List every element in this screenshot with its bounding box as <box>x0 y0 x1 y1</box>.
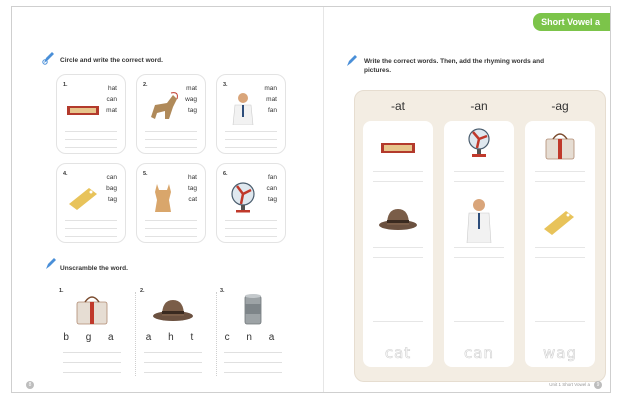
word-option[interactable]: fan <box>267 172 277 183</box>
rhyme-column: cat <box>363 121 433 367</box>
word-card: 1. hat can mat <box>56 74 126 154</box>
fan-icon <box>231 182 255 213</box>
unscramble-item: 1. b g a <box>59 286 125 378</box>
mat-icon <box>381 143 415 153</box>
word-option[interactable]: fan <box>264 105 277 116</box>
word-option[interactable]: tag <box>185 105 197 116</box>
word-card: 6. fan can tag <box>216 163 286 243</box>
trace-word: wag <box>543 344 577 363</box>
rhyme-column: wag <box>525 121 595 367</box>
word-card: 3. man mat fan <box>216 74 286 154</box>
scrambled-letters: b g a <box>63 332 121 343</box>
man-icon <box>466 199 492 243</box>
fan-icon <box>468 128 490 157</box>
page-number-left: 8 <box>26 381 34 389</box>
bag-icon <box>545 133 575 160</box>
trace-word: cat <box>384 344 412 363</box>
word-card: 2. mat wag tag <box>136 74 206 154</box>
section1-instruction: Circle and write the correct word. <box>60 57 163 64</box>
cat-icon <box>155 184 171 212</box>
hat-icon <box>379 209 417 230</box>
column-heading: -at <box>390 99 405 113</box>
pencil-icon <box>42 52 54 65</box>
section3-instruction: Write the correct words. Then, add the r… <box>364 58 545 74</box>
page-number-right: 9 <box>594 381 602 389</box>
word-option[interactable]: cat <box>188 194 197 205</box>
page-spine <box>323 7 324 392</box>
word-card: 5. hat tag cat <box>136 163 206 243</box>
unit-tab: Short Vowel a <box>533 13 610 31</box>
tag-icon <box>544 211 574 235</box>
scrambled-letters: c n a <box>224 332 282 343</box>
scrambled-letters: a h t <box>145 332 201 343</box>
word-card: 4. can bag tag <box>56 163 126 243</box>
hat-icon <box>153 300 193 321</box>
word-option[interactable]: bag <box>106 183 117 194</box>
word-option[interactable]: man <box>264 83 277 94</box>
pencil-icon <box>347 55 357 66</box>
dog-icon <box>151 92 178 119</box>
rhyme-column: can <box>444 121 514 367</box>
word-option[interactable]: tag <box>188 183 197 194</box>
footer-unit-label: Unit 1 Short Vowel a <box>549 382 590 387</box>
word-option[interactable]: mat <box>106 105 117 116</box>
unscramble-item: 2. a h t <box>140 286 206 378</box>
workbook-spread: Short Vowel a Circle and write the corre… <box>11 6 611 393</box>
rhyme-panel: -at -an -ag cat can wag <box>354 90 606 382</box>
word-option[interactable]: mat <box>185 83 197 94</box>
word-option[interactable]: hat <box>188 172 197 183</box>
bag-icon <box>76 296 108 325</box>
column-heading: -ag <box>551 99 569 113</box>
can-icon <box>244 294 262 325</box>
unscramble-item: 3. c n a <box>220 286 286 378</box>
tag-icon <box>69 188 97 210</box>
man-icon <box>232 93 254 125</box>
word-option[interactable]: mat <box>264 94 277 105</box>
word-option[interactable]: can <box>106 94 117 105</box>
word-option[interactable]: hat <box>106 83 117 94</box>
column-heading: -an <box>470 99 488 113</box>
word-option[interactable]: wag <box>185 94 197 105</box>
word-option[interactable]: can <box>106 172 117 183</box>
word-option[interactable]: tag <box>106 194 117 205</box>
trace-word: can <box>464 344 494 363</box>
word-option[interactable]: can <box>267 183 277 194</box>
word-option[interactable]: tag <box>267 194 277 205</box>
mat-icon <box>67 106 99 115</box>
pencil-icon <box>46 258 56 269</box>
section2-instruction: Unscramble the word. <box>60 265 128 272</box>
